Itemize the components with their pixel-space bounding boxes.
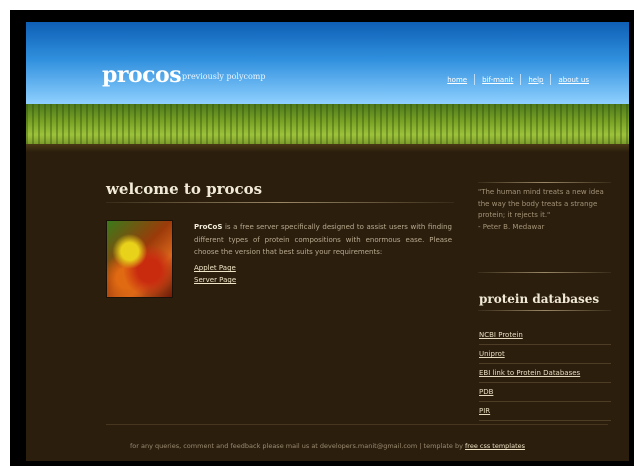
nav-bif-manit[interactable]: bif-manit (475, 76, 520, 84)
list-item: PIR (479, 402, 611, 421)
intro-brand: ProCoS (194, 223, 223, 231)
grass-banner (26, 104, 629, 148)
title-divider (106, 202, 454, 203)
site-logo[interactable]: procos (102, 62, 182, 88)
nav-about-us[interactable]: about us (551, 76, 596, 84)
top-nav: home bif-manit help about us (440, 74, 596, 85)
nav-help[interactable]: help (521, 76, 550, 84)
footer-divider (106, 424, 608, 425)
list-item: NCBI Protein (479, 326, 611, 345)
version-links: Applet Page Server Page (194, 262, 236, 286)
quote-bottom-divider (478, 272, 611, 273)
logo-subtitle: previously polycomp (182, 72, 266, 81)
server-page-link[interactable]: Server Page (194, 274, 236, 286)
sidebar-title: protein databases (479, 292, 600, 306)
db-link-uniprot[interactable]: Uniprot (479, 350, 505, 358)
browser-frame: procos previously polycomp home bif-mani… (10, 10, 634, 466)
footer-text: for any queries, comment and feedback pl… (129, 442, 465, 450)
page: procos previously polycomp home bif-mani… (26, 22, 629, 461)
grass-shadow (26, 144, 629, 152)
db-link-ncbi[interactable]: NCBI Protein (479, 331, 523, 339)
sidebar-title-divider (478, 310, 611, 311)
quote-block: "The human mind treats a new idea the wa… (478, 187, 610, 233)
quote-top-divider (478, 182, 611, 183)
page-title: welcome to procos (106, 180, 263, 198)
db-link-pdb[interactable]: PDB (479, 388, 493, 396)
db-link-ebi[interactable]: EBI link to Protein Databases (479, 369, 580, 377)
quote-text: "The human mind treats a new idea the wa… (478, 188, 604, 219)
list-item: EBI link to Protein Databases (479, 364, 611, 383)
footer: for any queries, comment and feedback pl… (26, 442, 629, 450)
quote-author: - Peter B. Medawar (478, 222, 545, 231)
list-item: PDB (479, 383, 611, 402)
footer-template-link[interactable]: free css templates (465, 442, 525, 450)
database-list: NCBI Protein Uniprot EBI link to Protein… (479, 326, 611, 421)
intro-text: ProCoS is a free server specifically des… (194, 221, 452, 259)
nav-home[interactable]: home (440, 76, 474, 84)
applet-page-link[interactable]: Applet Page (194, 262, 236, 274)
protein-image (106, 220, 173, 298)
list-item: Uniprot (479, 345, 611, 364)
db-link-pir[interactable]: PIR (479, 407, 490, 415)
intro-body: is a free server specifically designed t… (194, 223, 452, 256)
